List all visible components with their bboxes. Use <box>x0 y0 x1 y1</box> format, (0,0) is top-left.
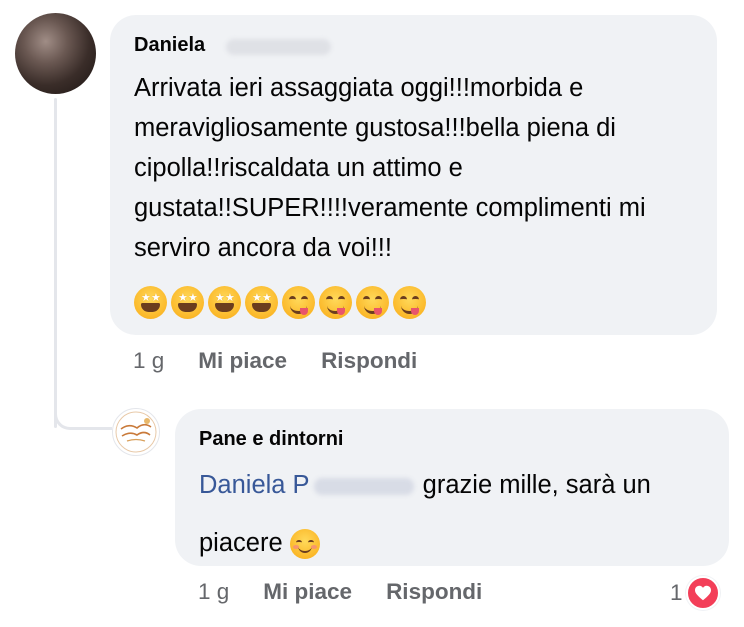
avatar[interactable] <box>15 13 96 94</box>
star-struck-emoji <box>208 285 241 319</box>
yum-emoji <box>356 285 389 319</box>
thread-connector <box>54 404 112 430</box>
emoji-row <box>134 282 426 322</box>
reaction-count: 1 <box>670 580 683 605</box>
comment-author-name[interactable]: Daniela <box>134 34 205 57</box>
reply-timestamp[interactable]: 1 g <box>198 579 229 605</box>
reply-button[interactable]: Rispondi <box>321 348 417 374</box>
reply-text-line2: piacere <box>199 529 283 557</box>
star-struck-emoji <box>245 285 278 319</box>
heart-icon <box>685 576 720 610</box>
yum-emoji <box>282 285 315 319</box>
mention-link[interactable]: Daniela P <box>199 471 310 499</box>
redacted-surname <box>226 39 331 55</box>
reply-text-line1: grazie mille, sarà un <box>422 471 651 499</box>
comment-timestamp[interactable]: 1 g <box>133 348 164 374</box>
star-struck-emoji <box>134 285 167 319</box>
like-button[interactable]: Mi piace <box>263 579 352 605</box>
reply-actions: 1 g Mi piace Rispondi <box>198 579 516 605</box>
page-avatar[interactable] <box>112 408 160 456</box>
thread-line <box>54 98 57 428</box>
yum-emoji <box>319 285 352 319</box>
reply-author-name[interactable]: Pane e dintorni <box>199 428 343 451</box>
smiling-blush-emoji <box>289 529 320 560</box>
yum-emoji <box>393 285 426 319</box>
bakery-logo-icon <box>115 411 157 453</box>
reply-button[interactable]: Rispondi <box>386 579 482 605</box>
comment-actions: 1 g Mi piace Rispondi <box>133 348 451 374</box>
redacted-mention-surname <box>313 477 414 495</box>
reply-text: Daniela P grazie mille, sarà un piacere <box>199 456 719 572</box>
star-struck-emoji <box>171 285 204 319</box>
like-button[interactable]: Mi piace <box>198 348 287 374</box>
comment-text: Arrivata ieri assaggiata oggi!!!morbida … <box>134 74 646 262</box>
reaction-summary[interactable]: 1 <box>670 576 720 610</box>
